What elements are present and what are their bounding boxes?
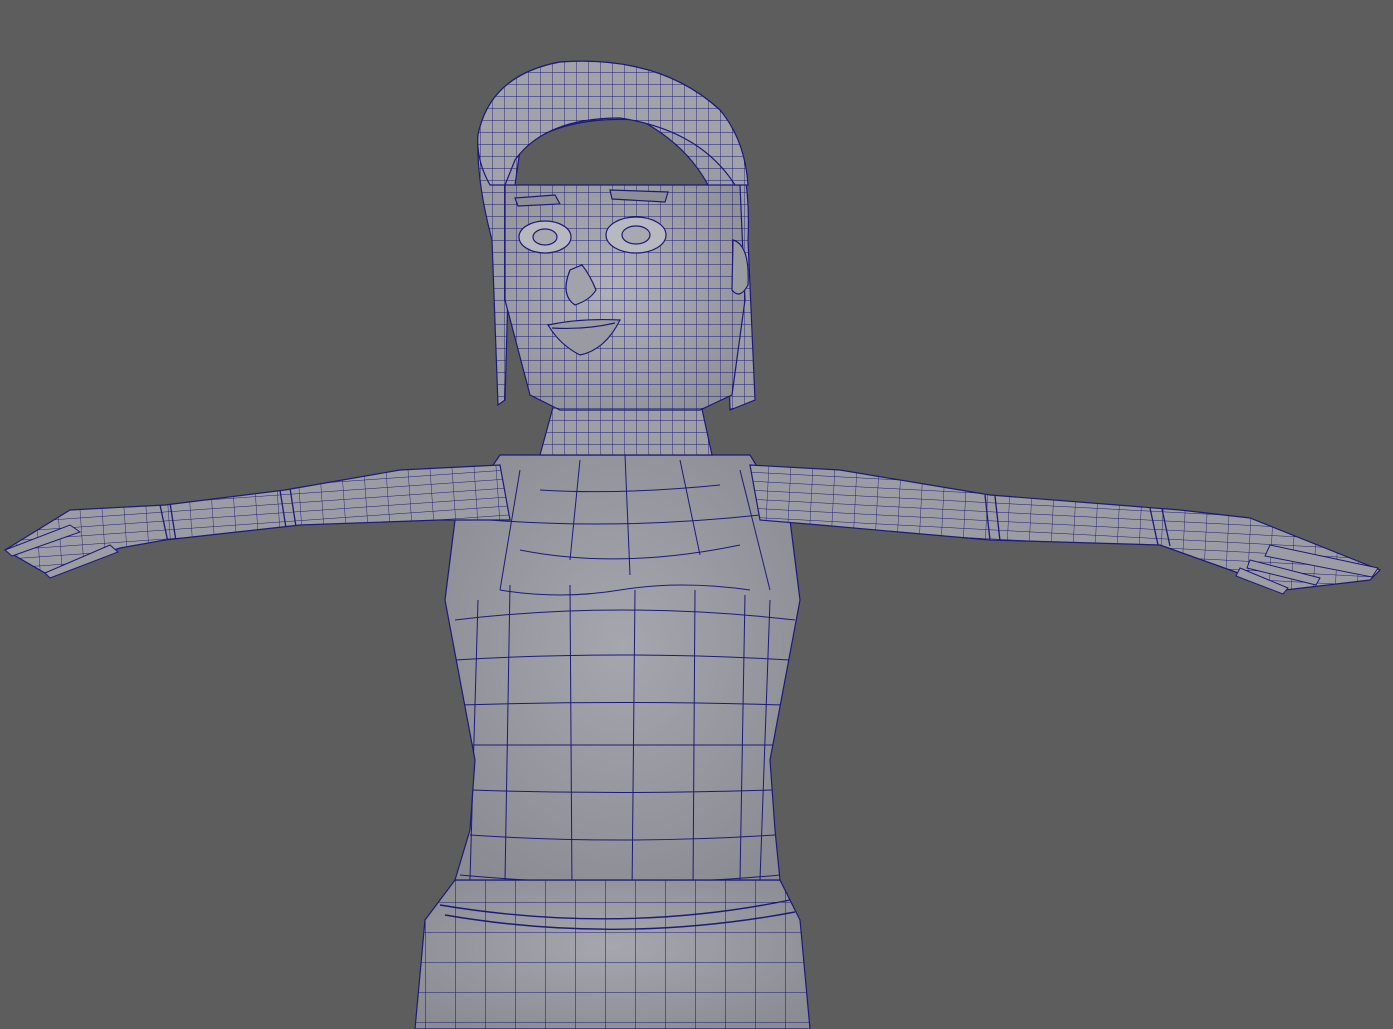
- mesh-torso[interactable]: [444, 454, 801, 901]
- mesh-hips[interactable]: [405, 872, 825, 1029]
- mesh-arm-right[interactable]: [740, 440, 1393, 610]
- viewport-canvas[interactable]: [0, 0, 1393, 1029]
- 3d-viewport[interactable]: [0, 0, 1393, 1029]
- mesh-arm-left[interactable]: [0, 440, 520, 600]
- mesh-head[interactable]: [500, 180, 750, 415]
